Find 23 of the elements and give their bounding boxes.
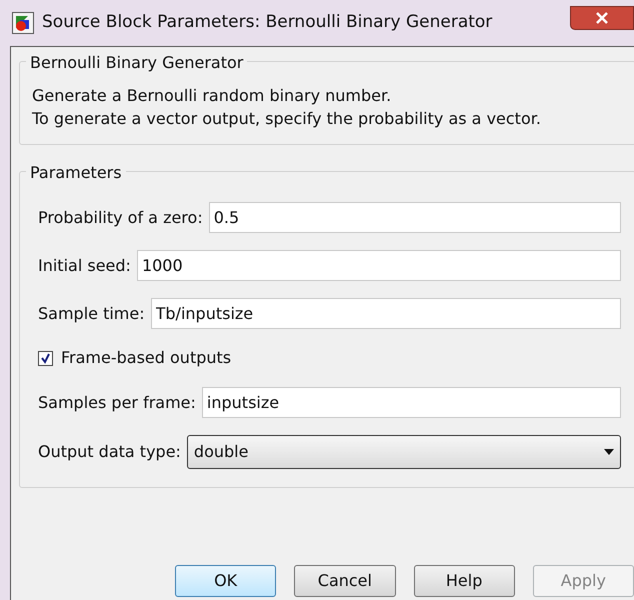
dialog-button[interactable]: Help — [414, 565, 515, 597]
field-label: Initial seed: — [38, 254, 131, 276]
field-label: Output data type: — [38, 441, 181, 463]
field-label: Samples per frame: — [38, 392, 196, 414]
description-text: To generate a vector output, specify the probability as a vector. — [32, 108, 542, 130]
checkbox[interactable] — [38, 350, 53, 366]
dialog-button[interactable]: Cancel — [294, 565, 396, 597]
field-label: Sample time: — [38, 302, 145, 324]
input-field[interactable]: 1000 — [136, 250, 621, 281]
description-text: Generate a Bernoulli random binary number. — [32, 85, 392, 107]
checkbox-label: Frame-based outputs — [61, 347, 232, 369]
dropdown-arrow-icon — [604, 449, 614, 455]
block-icon — [12, 12, 34, 34]
close-button[interactable] — [570, 6, 634, 30]
input-field[interactable]: inputsize — [202, 387, 621, 418]
dialog-button[interactable]: OK — [175, 565, 276, 597]
field-label: Probability of a zero: — [38, 206, 203, 228]
check-icon — [40, 352, 51, 364]
input-field[interactable]: 0.5 — [208, 202, 621, 233]
input-field[interactable]: Tb/inputsize — [150, 298, 621, 329]
window-title: Source Block Parameters: Bernoulli Binary Generator — [42, 11, 492, 34]
close-icon — [596, 12, 608, 24]
dropdown[interactable]: double — [186, 435, 621, 469]
